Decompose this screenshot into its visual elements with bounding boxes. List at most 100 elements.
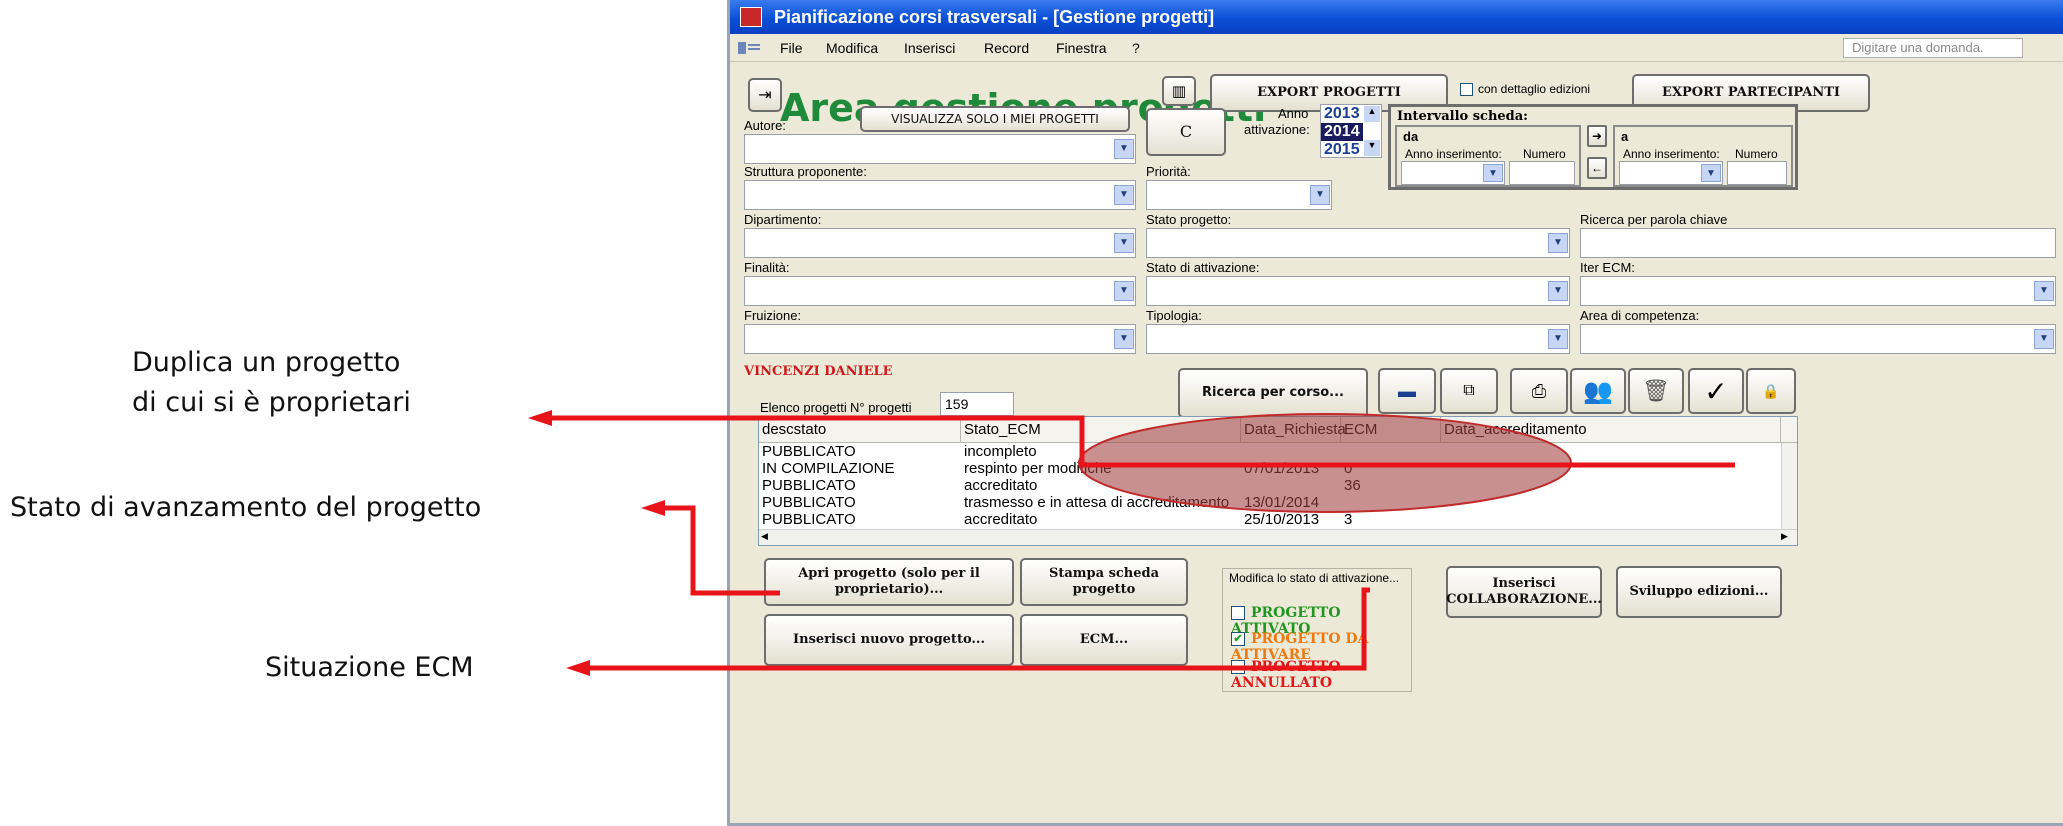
- structure-combo[interactable]: ▼: [744, 180, 1136, 210]
- exit-button[interactable]: ⇥: [748, 78, 782, 112]
- year-label-1: Anno: [1278, 106, 1309, 121]
- scroll-left-icon[interactable]: ◀: [761, 531, 775, 543]
- chevron-down-icon: ▼: [1114, 185, 1134, 205]
- copy-right-button[interactable]: ➜: [1587, 125, 1607, 147]
- table-cell: 25/10/2013: [1244, 511, 1320, 528]
- scroll-right-icon[interactable]: ▶: [1781, 531, 1795, 543]
- scroll-down-icon[interactable]: ▼: [1364, 140, 1380, 156]
- state-to-activate-checkbox[interactable]: ✔: [1231, 632, 1245, 646]
- author-combo[interactable]: ▼: [744, 134, 1136, 164]
- arrow-right-icon: ➜: [1591, 129, 1603, 143]
- refresh-button[interactable]: C: [1146, 108, 1226, 156]
- menu-file[interactable]: File: [780, 34, 803, 62]
- confirm-button[interactable]: ✓: [1688, 368, 1744, 414]
- copy-left-button[interactable]: ←: [1587, 157, 1607, 179]
- grip-icon: [738, 42, 760, 54]
- state-cancelled-row[interactable]: PROGETTO ANNULLATO: [1231, 659, 1411, 691]
- menu-help[interactable]: ?: [1132, 34, 1140, 62]
- to-year-combo[interactable]: ▼: [1619, 161, 1723, 185]
- year-item-2015[interactable]: 2015: [1321, 141, 1363, 159]
- menu-modifica[interactable]: Modifica: [826, 34, 878, 62]
- structure-label: Struttura proponente:: [744, 164, 867, 179]
- table-row[interactable]: IN COMPILAZIONE respinto per modifiche 07/…: [759, 460, 1797, 478]
- arrowhead-ecm: [566, 660, 590, 676]
- priority-combo[interactable]: ▼: [1146, 180, 1332, 210]
- col-ecm[interactable]: ECM: [1341, 417, 1441, 443]
- h-scrollbar[interactable]: ◀ ▶: [759, 529, 1797, 545]
- activation-state-combo[interactable]: ▼: [1146, 276, 1570, 306]
- purpose-combo[interactable]: ▼: [744, 276, 1136, 306]
- department-combo[interactable]: ▼: [744, 228, 1136, 258]
- col-data-accreditamento[interactable]: Data_accreditamento: [1441, 417, 1781, 443]
- user-name: VINCENZI DANIELE: [744, 364, 893, 379]
- callout-duplicate-line1: Duplica un progetto: [132, 347, 401, 378]
- table-row[interactable]: PUBBLICATO accreditato 25/10/2013 3: [759, 511, 1797, 529]
- menu-inserisci[interactable]: Inserisci: [904, 34, 955, 62]
- title-bar: Pianificazione corsi trasversali - [Gest…: [730, 0, 2063, 34]
- type-combo[interactable]: ▼: [1146, 324, 1570, 354]
- project-state-label: Stato progetto:: [1146, 212, 1232, 227]
- chevron-down-icon: ▼: [1310, 185, 1330, 205]
- competence-combo[interactable]: ▼: [1580, 324, 2056, 354]
- chart-button[interactable]: ▥: [1162, 76, 1196, 106]
- state-cancelled-checkbox[interactable]: [1231, 660, 1245, 674]
- printer-icon: ⎙: [1531, 380, 1547, 401]
- editions-button[interactable]: Sviluppo edizioni...: [1616, 566, 1782, 618]
- year-item-2013[interactable]: 2013: [1321, 105, 1363, 123]
- from-year-combo[interactable]: ▼: [1401, 161, 1505, 185]
- count-value: 159: [945, 396, 969, 412]
- type-label: Tipologia:: [1146, 308, 1202, 323]
- v-scrollbar[interactable]: [1781, 443, 1797, 531]
- print-button[interactable]: ⎙: [1510, 368, 1568, 414]
- book-button[interactable]: ▬: [1378, 368, 1436, 414]
- chevron-down-icon: ▼: [1114, 139, 1134, 159]
- lock-button[interactable]: 🔒: [1746, 368, 1796, 414]
- ecm-iter-label: Iter ECM:: [1580, 260, 1635, 275]
- col-descstato[interactable]: descstato: [759, 417, 961, 443]
- keyword-field[interactable]: [1580, 228, 2056, 258]
- refresh-icon: C: [1179, 122, 1193, 141]
- activation-state-group: Modifica lo stato di attivazione... PROG…: [1222, 568, 1412, 692]
- table-cell: 36: [1344, 477, 1361, 494]
- ecm-iter-combo[interactable]: ▼: [1580, 276, 2056, 306]
- menu-finestra[interactable]: Finestra: [1056, 34, 1107, 62]
- print-card-button[interactable]: Stampa scheda progetto: [1020, 558, 1188, 606]
- to-number-field[interactable]: [1727, 161, 1787, 185]
- users-button[interactable]: 👥: [1570, 368, 1626, 414]
- delete-button[interactable]: 🗑: [1628, 368, 1684, 414]
- project-state-combo[interactable]: ▼: [1146, 228, 1570, 258]
- trash-icon: 🗑: [1642, 378, 1670, 403]
- chart-icon: ▥: [1171, 83, 1187, 100]
- year-item-2014[interactable]: 2014: [1321, 123, 1363, 141]
- from-number-field[interactable]: [1509, 161, 1575, 185]
- col-stato-ecm[interactable]: Stato_ECM: [961, 417, 1241, 443]
- menu-record[interactable]: Record: [984, 34, 1029, 62]
- table-cell: accreditato: [964, 511, 1038, 528]
- chevron-down-icon: ▼: [1701, 164, 1721, 182]
- ecm-button[interactable]: ECM...: [1020, 614, 1188, 666]
- fruition-combo[interactable]: ▼: [744, 324, 1136, 354]
- table-cell: 07/01/2013: [1244, 460, 1320, 477]
- state-active-checkbox[interactable]: [1231, 606, 1245, 620]
- help-question-input[interactable]: Digitare una domanda.: [1843, 38, 2023, 58]
- window-title: Pianificazione corsi trasversali - [Gest…: [774, 7, 1215, 27]
- detail-checkbox[interactable]: [1460, 83, 1473, 97]
- arrowhead-duplicate: [528, 410, 552, 426]
- col-data-richiesta[interactable]: Data_Richiesta: [1241, 417, 1346, 443]
- new-project-button[interactable]: Inserisci nuovo progetto...: [764, 614, 1014, 666]
- detail-checkbox-row[interactable]: con dettaglio edizioni: [1460, 82, 1590, 97]
- callout-duplicate: Duplica un progetto di cui si è propriet…: [132, 343, 411, 423]
- year-list[interactable]: 2013 2014 2015 ▲ ▼: [1320, 104, 1382, 158]
- checkmark-icon: ✓: [1704, 375, 1728, 407]
- arrowhead-status: [641, 500, 665, 516]
- projects-grid[interactable]: descstato Stato_ECM Data_Richiesta ECM D…: [758, 416, 1798, 546]
- my-projects-button[interactable]: VISUALIZZA SOLO I MIEI PROGETTI: [860, 106, 1130, 132]
- activation-state-label: Stato di attivazione:: [1146, 260, 1260, 275]
- chevron-down-icon: ▼: [1548, 329, 1568, 349]
- insert-collaboration-button[interactable]: Inserisci COLLABORAZIONE...: [1446, 566, 1602, 618]
- scroll-up-icon[interactable]: ▲: [1364, 106, 1380, 122]
- search-course-button[interactable]: Ricerca per corso...: [1178, 368, 1368, 418]
- open-project-button[interactable]: Apri progetto (solo per il proprietario)…: [764, 558, 1014, 606]
- to-number-label: Numero: [1735, 147, 1778, 161]
- duplicate-button[interactable]: ⧉: [1440, 368, 1498, 414]
